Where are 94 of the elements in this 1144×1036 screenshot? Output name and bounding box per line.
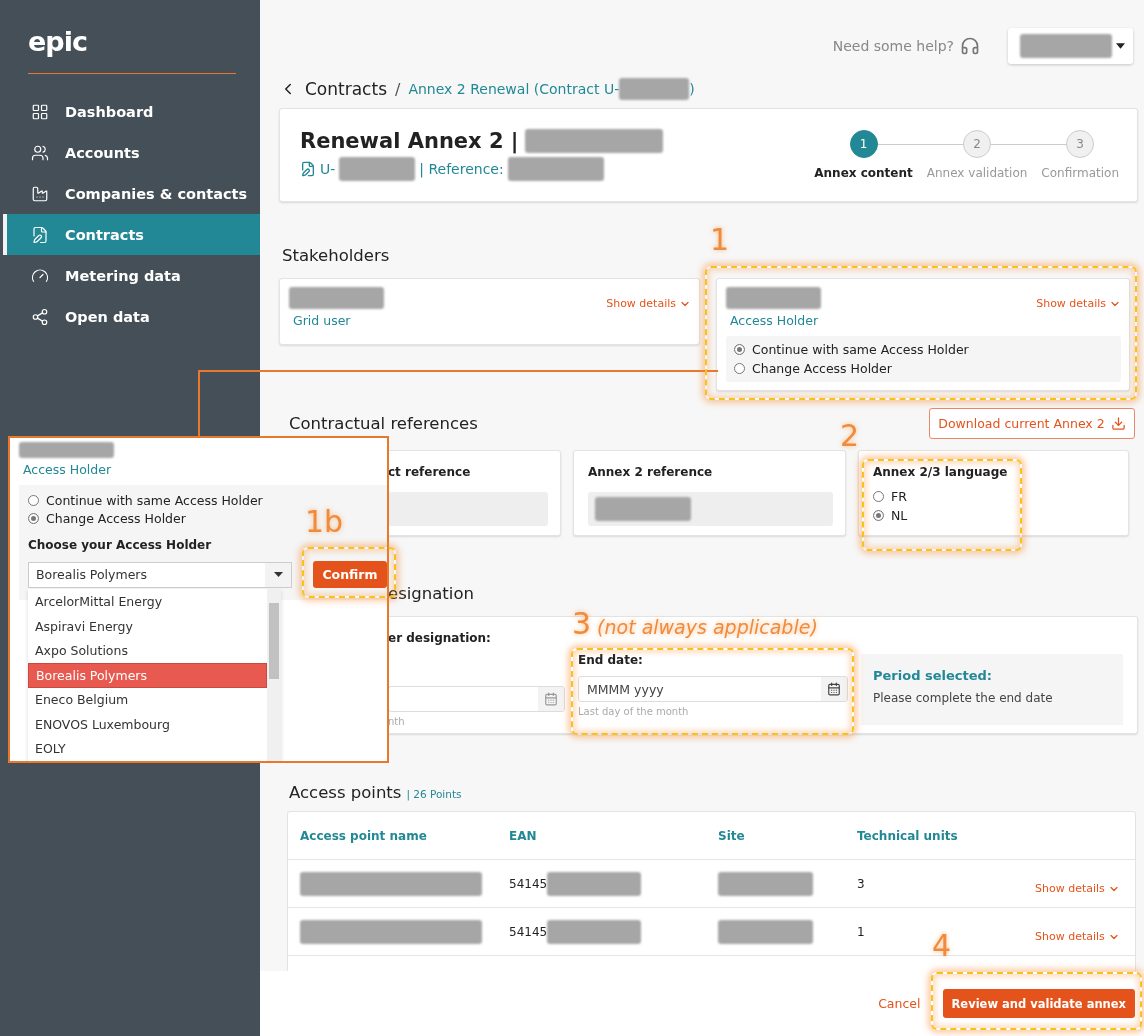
radio-option[interactable]: NL <box>873 508 908 523</box>
stakeholder-role: Access Holder <box>22 462 113 477</box>
section-title: esignation <box>387 584 475 604</box>
show-details-link[interactable]: Show details <box>1035 930 1135 943</box>
section-title: Contractual references <box>288 414 478 433</box>
radio-button[interactable] <box>734 344 745 355</box>
dropdown-option[interactable]: ArcelorMittal Energy <box>28 589 267 614</box>
download-button[interactable]: Download current Annex 2 <box>929 408 1135 439</box>
ean-cell: 54145 <box>509 924 548 939</box>
contract-id: U- <box>320 161 336 177</box>
period-title: Period selected: <box>873 668 994 683</box>
column-header: Technical units <box>857 828 959 843</box>
start-date-field[interactable] <box>388 686 565 712</box>
field-label: End date: <box>578 653 644 667</box>
field-label: er designation: <box>388 631 492 645</box>
step-marker: 1 <box>710 222 730 257</box>
field-hint: nth <box>388 716 406 727</box>
step-marker: 4 <box>932 928 952 963</box>
nav-icon <box>31 143 49 162</box>
nav-icon <box>31 184 49 203</box>
stakeholder-role: Grid user <box>292 313 352 328</box>
radio-button[interactable] <box>873 510 884 521</box>
show-details-link[interactable]: Show details <box>1036 297 1121 310</box>
step-label: Confirmation <box>1041 166 1119 180</box>
confirm-button[interactable]: Confirm <box>313 561 387 588</box>
radio-option[interactable]: Continue with same Access Holder <box>28 493 263 508</box>
show-details-link[interactable]: Show details <box>1035 882 1135 895</box>
radio-option[interactable]: Continue with same Access Holder <box>734 342 969 357</box>
marker-note: (not always applicable) <box>597 616 818 638</box>
units-cell-text: 1 <box>857 924 866 939</box>
breadcrumb-separator: / <box>395 79 401 99</box>
dropdown-option[interactable]: Axpo Solutions <box>28 638 267 663</box>
dropdown-option[interactable]: Eneco Belgium <box>28 687 267 712</box>
caret-icon <box>1116 43 1125 49</box>
nav-item[interactable]: Contracts <box>3 214 260 255</box>
field-hint: Last day of the month <box>578 706 690 717</box>
step-marker: 2 <box>840 418 860 453</box>
nav-item[interactable]: Companies & contacts <box>3 173 260 214</box>
dropdown-option[interactable]: EOLY <box>28 736 267 761</box>
radio-option[interactable]: Change Access Holder <box>734 361 892 376</box>
nav-item[interactable]: Dashboard <box>3 91 260 132</box>
step-label: Annex content <box>814 166 913 180</box>
download-icon <box>1110 416 1126 431</box>
units-cell-text: 3 <box>857 876 866 891</box>
field-label: Annex 2 reference <box>588 465 714 479</box>
field-label: Annex 2/3 language <box>873 465 1009 479</box>
review-button[interactable]: Review and validate annex <box>942 989 1135 1018</box>
page-title: Renewal Annex 2 | <box>300 129 519 153</box>
breadcrumb-current[interactable]: Annex 2 Renewal (Contract U- ) <box>408 78 695 100</box>
ean-cell: 54145 <box>509 876 548 891</box>
period-text: Please complete the end date <box>873 691 1054 705</box>
step-number: 3 <box>1066 130 1095 158</box>
user-menu[interactable] <box>1008 28 1133 64</box>
nav-icon <box>31 307 49 326</box>
radio-button[interactable] <box>28 495 39 506</box>
cancel-link[interactable]: Cancel <box>878 996 921 1011</box>
breadcrumb-link[interactable]: Contracts <box>305 79 387 99</box>
step-marker: 1b <box>305 504 344 539</box>
nav-item[interactable]: Accounts <box>3 132 260 173</box>
reference-label: | Reference: <box>419 161 504 177</box>
radio-button[interactable] <box>28 513 39 524</box>
nav-icon <box>31 102 49 121</box>
edit-icon <box>300 161 316 177</box>
radio-option[interactable]: Change Access Holder <box>28 511 186 526</box>
nav-icon <box>31 266 49 285</box>
stakeholder-role: Access Holder <box>729 313 820 328</box>
radio-button[interactable] <box>734 363 745 374</box>
end-date-field[interactable]: MMMM yyyy <box>578 676 848 702</box>
step-label: Annex validation <box>926 166 1028 180</box>
field-label: Choose your Access Holder <box>28 538 213 552</box>
step-number: 2 <box>963 130 992 158</box>
nav-item[interactable]: Open data <box>3 296 260 337</box>
nav-item[interactable]: Metering data <box>3 255 260 296</box>
section-title: Stakeholders <box>281 246 391 266</box>
column-header: EAN <box>509 828 538 843</box>
access-holder-select[interactable]: Borealis Polymers <box>28 561 292 588</box>
column-header: Site <box>718 828 746 843</box>
radio-button[interactable] <box>873 491 884 502</box>
points-count: | 26 Points <box>406 788 462 800</box>
dropdown-option[interactable]: Aspiravi Energy <box>28 614 267 639</box>
caret-icon <box>273 572 283 577</box>
redaction-block <box>619 78 690 100</box>
section-title: Access points <box>289 783 402 802</box>
headset-icon[interactable] <box>960 36 980 56</box>
radio-option[interactable]: FR <box>873 489 907 504</box>
column-header: Access point name <box>300 828 428 843</box>
show-details-link[interactable]: Show details <box>606 297 691 310</box>
field-label: ct reference <box>388 465 472 479</box>
nav-icon <box>31 225 49 244</box>
step-marker: 3 <box>572 606 592 641</box>
step-number: 1 <box>849 130 878 158</box>
logo: epic <box>28 26 87 57</box>
dropdown-option[interactable]: ENOVOS Luxembourg <box>28 712 267 737</box>
calendar-icon[interactable] <box>827 682 841 696</box>
